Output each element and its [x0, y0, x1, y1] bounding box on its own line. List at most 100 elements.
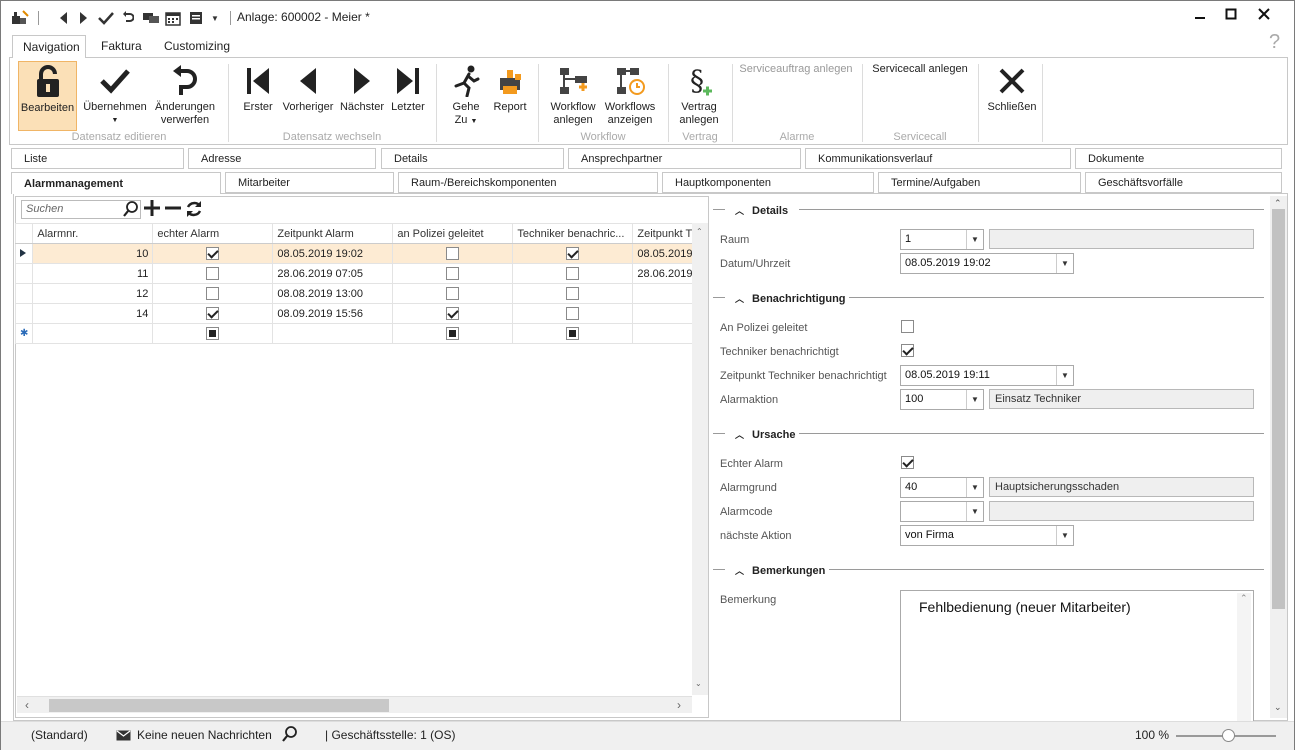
- polizei-checkbox[interactable]: [446, 247, 460, 260]
- alarm-number-cell[interactable]: 11: [32, 263, 154, 284]
- tab-mitarbeiter[interactable]: Mitarbeiter: [225, 172, 394, 193]
- form-quick-icon[interactable]: [188, 10, 204, 26]
- remove-row-button[interactable]: [164, 199, 182, 222]
- zoom-slider-thumb[interactable]: [1222, 729, 1235, 742]
- chevron-down-icon[interactable]: ▼: [1056, 254, 1073, 273]
- collapse-icon[interactable]: ︿: [735, 428, 744, 441]
- polizei-checkbox[interactable]: [446, 307, 460, 320]
- chevron-down-icon[interactable]: ▼: [966, 390, 983, 409]
- last-record-button[interactable]: Letzter: [388, 61, 428, 131]
- echt-checkbox[interactable]: [206, 327, 220, 340]
- alarm-number-cell[interactable]: 14: [32, 303, 154, 324]
- chat-quick-icon[interactable]: [142, 10, 160, 26]
- refresh-button[interactable]: [184, 199, 204, 224]
- techniker-checkbox[interactable]: [566, 247, 580, 260]
- echt-checkbox[interactable]: [206, 247, 220, 260]
- echt-checkbox[interactable]: [206, 267, 220, 280]
- first-record-button[interactable]: Erster: [238, 61, 278, 131]
- grid-vertical-scrollbar[interactable]: ⌃ ⌄: [692, 223, 708, 695]
- show-workflows-button[interactable]: Workflows anzeigen: [602, 61, 658, 131]
- section-header-ursache[interactable]: ︿ Ursache: [717, 428, 795, 441]
- polizei-checkbox[interactable]: [446, 327, 460, 340]
- echt-checkbox[interactable]: [206, 287, 220, 300]
- table-row[interactable]: 14 08.09.2019 15:56: [14, 303, 698, 324]
- polizei-checkbox[interactable]: [446, 287, 460, 300]
- form-vertical-scrollbar[interactable]: ⌃ ⌄: [1270, 196, 1287, 718]
- alarmgrund-combo[interactable]: 40 ▼: [900, 477, 984, 498]
- table-row[interactable]: 10 08.05.2019 19:02 08.05.2019: [14, 243, 698, 264]
- raum-combo[interactable]: 1 ▼: [900, 229, 984, 250]
- tab-dokumente[interactable]: Dokumente: [1075, 148, 1282, 169]
- scroll-thumb[interactable]: [49, 699, 389, 712]
- techniker-checkbox[interactable]: [901, 344, 914, 357]
- bemerkung-textarea[interactable]: Fehlbedienung (neuer Mitarbeiter) ⌃: [900, 590, 1254, 722]
- chevron-left-icon[interactable]: ‹: [25, 698, 29, 712]
- column-header[interactable]: Techniker benachric...: [512, 223, 634, 244]
- alarm-time-cell[interactable]: 08.08.2019 13:00: [272, 283, 394, 304]
- echt-checkbox[interactable]: [206, 307, 220, 320]
- tab-liste[interactable]: Liste: [11, 148, 184, 169]
- tab-details[interactable]: Details: [381, 148, 564, 169]
- create-contract-button[interactable]: § Vertrag anlegen: [676, 61, 722, 131]
- chevron-down-icon[interactable]: ▼: [1056, 526, 1073, 545]
- alarm-time-cell[interactable]: 28.06.2019 07:05: [272, 263, 394, 284]
- column-header[interactable]: echter Alarm: [152, 223, 274, 244]
- calendar-quick-icon[interactable]: [165, 10, 181, 26]
- techniker-time-cell[interactable]: [632, 303, 698, 324]
- tab-geschaeftsvorfaelle[interactable]: Geschäftsvorfälle: [1085, 172, 1282, 193]
- naechste-aktion-combo[interactable]: von Firma ▼: [900, 525, 1074, 546]
- chevron-down-icon[interactable]: ▼: [966, 478, 983, 497]
- table-row[interactable]: 11 28.06.2019 07:05 28.06.2019: [14, 263, 698, 284]
- chevron-down-icon[interactable]: ▼: [1056, 366, 1073, 385]
- alarm-number-cell[interactable]: 12: [32, 283, 154, 304]
- apply-button[interactable]: Übernehmen ▼: [80, 61, 150, 131]
- qa-customize-dropdown[interactable]: ▼: [210, 10, 220, 26]
- ribbon-tab-navigation[interactable]: Navigation: [12, 35, 86, 58]
- alarmcode-combo[interactable]: ▼: [900, 501, 984, 522]
- polizei-checkbox[interactable]: [446, 267, 460, 280]
- edit-button[interactable]: Bearbeiten: [18, 61, 77, 131]
- tab-hauptkomponenten[interactable]: Hauptkomponenten: [662, 172, 874, 193]
- collapse-icon[interactable]: ︿: [735, 204, 744, 217]
- chevron-right-icon[interactable]: ›: [677, 698, 681, 712]
- section-header-benachrichtigung[interactable]: ︿ Benachrichtigung: [717, 292, 846, 305]
- messages-status[interactable]: Keine neuen Nachrichten: [137, 728, 272, 742]
- alarm-time-cell[interactable]: 08.09.2019 15:56: [272, 303, 394, 324]
- new-row[interactable]: ✱: [14, 323, 698, 344]
- techniker-time-picker[interactable]: 08.05.2019 19:11 ▼: [900, 365, 1074, 386]
- techniker-checkbox[interactable]: [566, 307, 580, 320]
- techniker-time-cell[interactable]: 08.05.2019: [632, 243, 698, 264]
- previous-record-button[interactable]: Vorheriger: [280, 61, 336, 131]
- scroll-thumb[interactable]: [1272, 209, 1285, 609]
- next-quick-icon[interactable]: [77, 10, 91, 26]
- tab-adresse[interactable]: Adresse: [188, 148, 376, 169]
- echter-alarm-checkbox[interactable]: [901, 456, 914, 469]
- chevron-down-icon[interactable]: ⌄: [1274, 702, 1282, 713]
- close-record-button[interactable]: Schließen: [984, 61, 1040, 131]
- memo-scrollbar[interactable]: ⌃: [1237, 593, 1251, 721]
- prev-quick-icon[interactable]: [56, 10, 70, 26]
- techniker-checkbox[interactable]: [566, 327, 580, 340]
- chevron-up-icon[interactable]: ⌃: [1240, 593, 1248, 604]
- collapse-icon[interactable]: ︿: [735, 564, 744, 577]
- goto-button[interactable]: Gehe Zu ▼: [446, 61, 486, 131]
- ribbon-tab-faktura[interactable]: Faktura: [91, 35, 152, 57]
- section-header-bemerkungen[interactable]: ︿ Bemerkungen: [717, 564, 825, 577]
- chevron-down-icon[interactable]: ▼: [966, 502, 983, 521]
- table-row[interactable]: 12 08.08.2019 13:00: [14, 283, 698, 304]
- report-button[interactable]: Report: [490, 61, 530, 131]
- minimize-button[interactable]: [1185, 3, 1215, 25]
- techniker-checkbox[interactable]: [566, 287, 580, 300]
- techniker-time-cell[interactable]: [632, 283, 698, 304]
- ribbon-tab-customizing[interactable]: Customizing: [154, 35, 240, 57]
- alarmaktion-combo[interactable]: 100 ▼: [900, 389, 984, 410]
- column-header[interactable]: Zeitpunkt Alarm: [272, 223, 394, 244]
- alarm-number-cell[interactable]: 10: [32, 243, 154, 264]
- maximize-button[interactable]: [1216, 3, 1246, 25]
- collapse-icon[interactable]: ︿: [735, 292, 744, 305]
- tab-ansprechpartner[interactable]: Ansprechpartner: [568, 148, 801, 169]
- create-workflow-button[interactable]: Workflow anlegen: [546, 61, 600, 131]
- techniker-time-cell[interactable]: 28.06.2019: [632, 263, 698, 284]
- techniker-checkbox[interactable]: [566, 267, 580, 280]
- help-icon[interactable]: ?: [1269, 31, 1280, 54]
